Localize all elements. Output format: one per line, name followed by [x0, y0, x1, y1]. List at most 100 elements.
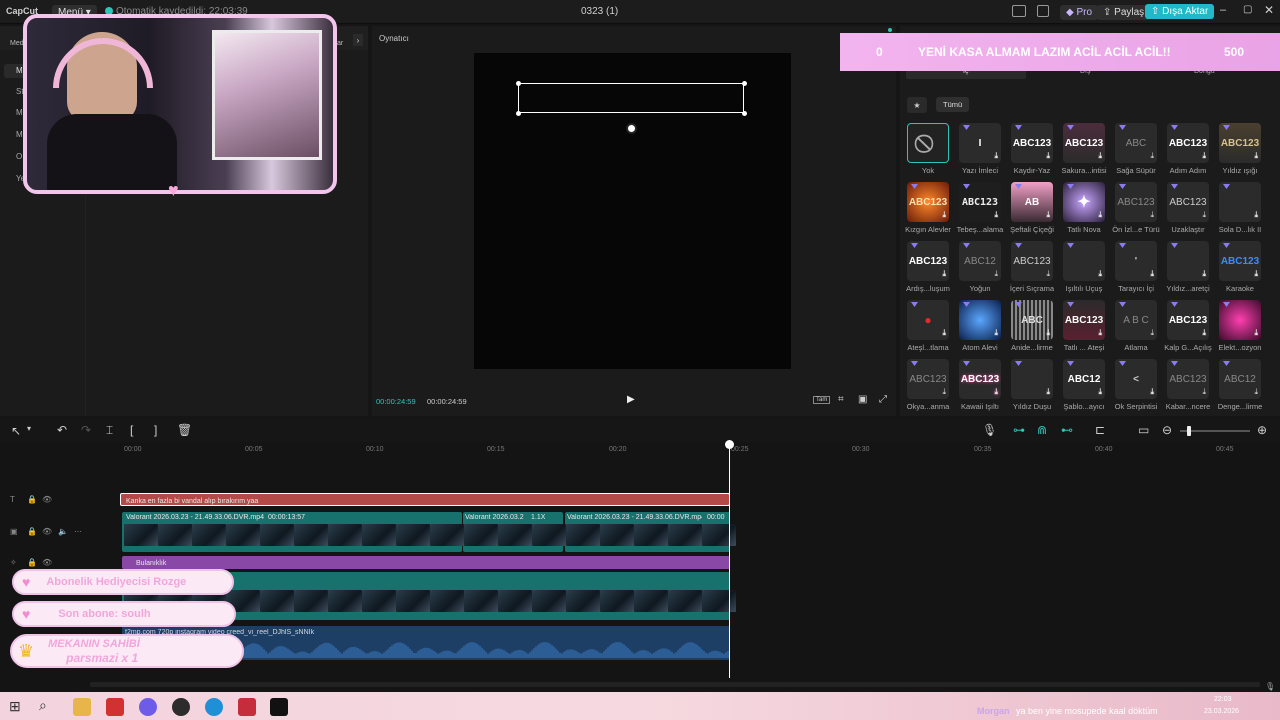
- download-icon[interactable]: ⤓: [1150, 269, 1154, 279]
- download-icon[interactable]: ⤓: [1098, 151, 1102, 161]
- resize-handle-bl[interactable]: [516, 111, 521, 116]
- rotate-handle-icon[interactable]: [626, 123, 637, 134]
- effect-clip[interactable]: Bulanıklık: [122, 556, 730, 569]
- pro-button[interactable]: ◆ Pro: [1060, 5, 1099, 20]
- effect-item[interactable]: ⤓: [1219, 182, 1261, 222]
- file-explorer-icon[interactable]: [73, 698, 91, 716]
- export-button[interactable]: ⇧ Dışa Aktar: [1145, 4, 1215, 19]
- sidebar-item-3[interactable]: M: [16, 130, 23, 139]
- mic-small-icon[interactable]: 🎙: [1265, 682, 1275, 691]
- app-red-icon[interactable]: [106, 698, 124, 716]
- text-selection-box[interactable]: [518, 83, 744, 113]
- effect-item[interactable]: ⤓: [1011, 359, 1053, 399]
- lock-icon[interactable]: 🔒: [27, 558, 37, 567]
- effect-item[interactable]: ABC ⤓: [1011, 300, 1053, 340]
- zoom-in-icon[interactable]: ⊕: [1257, 423, 1267, 437]
- download-icon[interactable]: ⤓: [942, 328, 946, 338]
- windows-start-icon[interactable]: ⊞: [9, 698, 21, 715]
- sidebar-item-4[interactable]: O: [16, 152, 22, 161]
- download-icon[interactable]: ⤓: [942, 387, 946, 397]
- effect-item[interactable]: ⤓: [1063, 241, 1105, 281]
- download-icon[interactable]: ⤓: [1202, 269, 1206, 279]
- audio-icon[interactable]: 🔈: [58, 527, 68, 536]
- download-icon[interactable]: ⤓: [1046, 151, 1050, 161]
- preview-axis-icon[interactable]: ⊏: [1095, 423, 1105, 437]
- effect-item[interactable]: ⤓: [959, 300, 1001, 340]
- download-icon[interactable]: ⤓: [1150, 387, 1154, 397]
- video-canvas[interactable]: [474, 53, 791, 369]
- effect-item[interactable]: ⃠: [907, 123, 949, 163]
- playhead[interactable]: [729, 440, 730, 678]
- download-icon[interactable]: ⤓: [1046, 328, 1050, 338]
- chevron-right-icon[interactable]: ›: [353, 34, 363, 46]
- effect-item[interactable]: ABC123 ⤓: [907, 359, 949, 399]
- effect-item[interactable]: AB ⤓: [1011, 182, 1053, 222]
- effect-item[interactable]: ABC123 ⤓: [959, 182, 1001, 222]
- valorant-icon[interactable]: [238, 698, 256, 716]
- effect-item[interactable]: ABC12 ⤓: [1063, 359, 1105, 399]
- text-clip[interactable]: Kanka en fazla bi vandal alıp bırakırım …: [120, 493, 730, 506]
- effect-item[interactable]: I ⤓: [959, 123, 1001, 163]
- download-icon[interactable]: ⤓: [994, 387, 998, 397]
- split-icon[interactable]: ⌶: [106, 423, 113, 438]
- download-icon[interactable]: ⤓: [1150, 151, 1154, 161]
- download-icon[interactable]: ⤓: [1150, 210, 1154, 220]
- download-icon[interactable]: ⤓: [1254, 387, 1258, 397]
- download-icon[interactable]: ⤓: [1254, 151, 1258, 161]
- crop-icon[interactable]: ⌗: [838, 394, 844, 405]
- effect-item[interactable]: ABC123 ⤓: [1063, 123, 1105, 163]
- effect-item[interactable]: ABC12 ⤓: [959, 241, 1001, 281]
- magnet-icon[interactable]: ⋒: [1037, 423, 1047, 437]
- download-icon[interactable]: ⤓: [994, 151, 998, 161]
- effect-item[interactable]: ● ⤓: [907, 300, 949, 340]
- eye-icon[interactable]: 👁: [42, 527, 52, 536]
- effect-item[interactable]: ✦ ⤓: [1063, 182, 1105, 222]
- effect-item[interactable]: ABC123 ⤓: [959, 359, 1001, 399]
- link-main-track-icon[interactable]: ⊶: [1013, 423, 1025, 437]
- effect-item[interactable]: A B C ⤓: [1115, 300, 1157, 340]
- download-icon[interactable]: ⤓: [1046, 269, 1050, 279]
- download-icon[interactable]: ⤓: [1098, 210, 1102, 220]
- maximize-icon[interactable]: ▢: [1243, 4, 1252, 15]
- effect-item[interactable]: ABC123 ⤓: [1167, 359, 1209, 399]
- download-icon[interactable]: ⤓: [994, 328, 998, 338]
- eye-icon[interactable]: 👁: [42, 495, 52, 504]
- resize-handle-tl[interactable]: [516, 81, 521, 86]
- effect-item[interactable]: ABC123 ⤓: [1011, 123, 1053, 163]
- microphone-icon[interactable]: 🎙: [982, 423, 997, 437]
- more-icon[interactable]: ⋯: [74, 527, 82, 536]
- edge-icon[interactable]: [205, 698, 223, 716]
- trim-right-icon[interactable]: ]: [154, 423, 157, 437]
- download-icon[interactable]: ⤓: [942, 210, 946, 220]
- download-icon[interactable]: ⤓: [1202, 328, 1206, 338]
- download-icon[interactable]: ⤓: [1202, 387, 1206, 397]
- download-icon[interactable]: ⤓: [942, 269, 946, 279]
- effect-item[interactable]: ABC123 ⤓: [907, 241, 949, 281]
- close-icon[interactable]: ✕: [1264, 3, 1274, 17]
- effect-item[interactable]: ABC123 ⤓: [1167, 300, 1209, 340]
- filter-all-chip[interactable]: Tümü: [936, 97, 970, 112]
- layout-icon[interactable]: [1012, 5, 1026, 17]
- zoom-slider-handle[interactable]: [1187, 426, 1191, 436]
- playhead-handle[interactable]: [725, 440, 734, 449]
- effect-item[interactable]: ABC123 ⤓: [1115, 182, 1157, 222]
- obs-icon[interactable]: [172, 698, 190, 716]
- effect-item[interactable]: ABC ⤓: [1115, 123, 1157, 163]
- effect-item[interactable]: ABC123 ⤓: [1167, 123, 1209, 163]
- download-icon[interactable]: ⤓: [1202, 151, 1206, 161]
- redo-icon[interactable]: ↷: [81, 423, 91, 437]
- effect-item[interactable]: ⤓: [1167, 241, 1209, 281]
- lock-icon[interactable]: 🔒: [27, 527, 37, 536]
- effect-item[interactable]: < ⤓: [1115, 359, 1157, 399]
- effect-item[interactable]: ⤓: [1219, 300, 1261, 340]
- favorites-star-icon[interactable]: ★: [907, 97, 927, 113]
- fullscreen-mode-button[interactable]: Tam: [813, 396, 831, 404]
- delete-icon[interactable]: 🗑: [177, 423, 192, 437]
- timeline-scrollbar[interactable]: [90, 682, 1260, 687]
- download-icon[interactable]: ⤓: [1098, 269, 1102, 279]
- lock-icon[interactable]: 🔒: [27, 495, 37, 504]
- select-tool-icon[interactable]: ↖: [11, 424, 21, 438]
- minimize-icon[interactable]: –: [1220, 4, 1226, 16]
- undo-icon[interactable]: ↶: [57, 423, 67, 437]
- effect-item[interactable]: ABC123 ⤓: [1011, 241, 1053, 281]
